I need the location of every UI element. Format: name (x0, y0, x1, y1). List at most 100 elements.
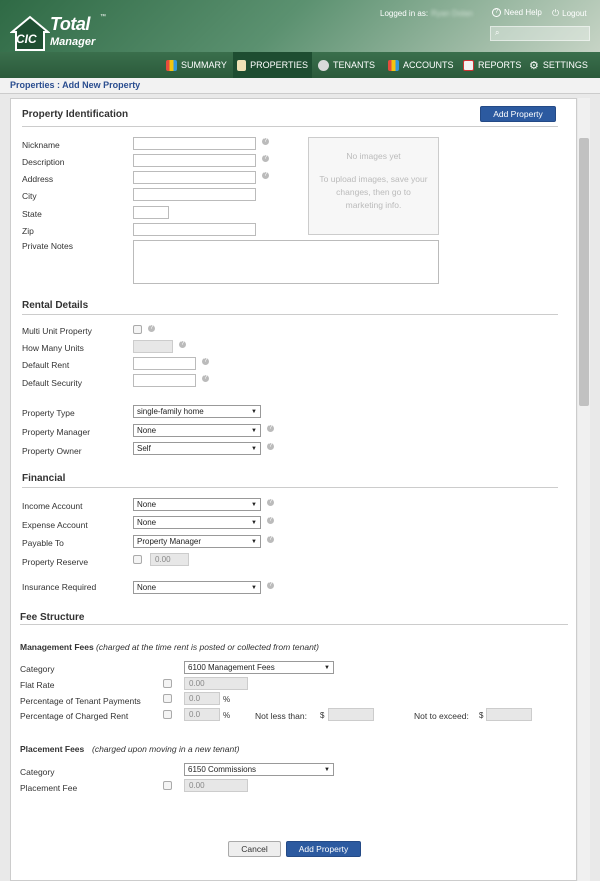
help-icon[interactable]: ? (267, 499, 274, 506)
help-icon[interactable]: ? (148, 325, 155, 332)
property-reserve-label: Property Reserve (22, 557, 89, 567)
place-category-select[interactable]: 6150 Commissions ▼ (184, 763, 334, 776)
help-icon[interactable]: ? (202, 375, 209, 382)
private-notes-textarea[interactable] (133, 240, 439, 284)
breadcrumb[interactable]: Properties : Add New Property (10, 80, 140, 90)
not-to-exceed-field[interactable] (486, 708, 532, 721)
pct-charged-field[interactable]: 0.0 (184, 708, 220, 721)
home-icon (237, 59, 247, 71)
scrollbar-thumb[interactable] (579, 138, 589, 406)
units-field[interactable] (133, 340, 173, 353)
add-property-button[interactable]: Add Property (286, 841, 361, 857)
management-fees-note: (charged at the time rent is posted or c… (96, 642, 320, 652)
state-label: State (22, 209, 42, 219)
help-icon[interactable]: ? (262, 138, 269, 145)
chevron-down-icon: ▼ (251, 584, 257, 591)
mgmt-category-select[interactable]: 6100 Management Fees ▼ (184, 661, 334, 674)
logo-tm: ™ (100, 14, 106, 20)
nickname-label: Nickname (22, 140, 60, 150)
tab-summary[interactable]: SUMMARY (162, 52, 231, 78)
placement-fee-checkbox[interactable] (163, 781, 172, 790)
tab-tenants[interactable]: TENANTS (314, 52, 379, 78)
placement-fee-field[interactable]: 0.00 (184, 779, 248, 792)
tab-summary-label: SUMMARY (181, 60, 227, 70)
chevron-down-icon: ▼ (324, 664, 330, 671)
logout-label: Logout (562, 9, 587, 18)
property-reserve-checkbox[interactable] (133, 555, 142, 564)
pct-charged-checkbox[interactable] (163, 710, 172, 719)
description-field[interactable] (133, 154, 256, 167)
not-less-than-field[interactable] (328, 708, 374, 721)
zip-field[interactable] (133, 223, 256, 236)
management-fees-title: Management Fees (20, 642, 94, 652)
payable-to-select[interactable]: Property Manager ▼ (133, 535, 261, 548)
income-account-label: Income Account (22, 501, 83, 511)
property-type-value: single-family home (137, 407, 204, 416)
property-reserve-field[interactable]: 0.00 (150, 553, 189, 566)
expense-account-select[interactable]: None ▼ (133, 516, 261, 529)
help-icon[interactable]: ? (202, 358, 209, 365)
help-icon[interactable]: ? (267, 582, 274, 589)
default-rent-field[interactable] (133, 357, 196, 370)
property-owner-select[interactable]: Self ▼ (133, 442, 261, 455)
help-icon[interactable]: ? (267, 425, 274, 432)
currency-sign: $ (479, 711, 484, 720)
user-name: Ryan Dolan (431, 9, 473, 18)
flat-rate-field[interactable]: 0.00 (184, 677, 248, 690)
chart-icon (166, 59, 177, 71)
tab-settings[interactable]: ⚙ SETTINGS (525, 52, 592, 78)
help-icon[interactable]: ? (267, 517, 274, 524)
add-property-button-top[interactable]: Add Property (480, 106, 556, 122)
tab-properties[interactable]: PROPERTIES (233, 52, 312, 78)
section-title-rental: Rental Details (22, 300, 89, 311)
address-field[interactable] (133, 171, 256, 184)
place-category-label: Category (20, 767, 55, 777)
search-input[interactable]: ⌕ (490, 26, 590, 41)
flat-rate-checkbox[interactable] (163, 679, 172, 688)
document-icon (463, 59, 474, 71)
insurance-required-select[interactable]: None ▼ (133, 581, 261, 594)
mgmt-category-value: 6100 Management Fees (188, 663, 275, 672)
income-account-select[interactable]: None ▼ (133, 498, 261, 511)
section-title-financial: Financial (22, 473, 66, 484)
tab-settings-label: SETTINGS (542, 60, 588, 70)
not-less-than-label: Not less than: (255, 711, 307, 721)
default-security-field[interactable] (133, 374, 196, 387)
address-label: Address (22, 174, 54, 184)
logo-badge: CIC (16, 32, 37, 46)
state-field[interactable] (133, 206, 169, 219)
app-logo[interactable]: CIC Total ™ Manager (10, 14, 106, 52)
multi-unit-checkbox[interactable] (133, 325, 142, 334)
help-icon[interactable]: ? (179, 341, 186, 348)
tab-reports[interactable]: REPORTS (459, 52, 525, 78)
divider (22, 126, 558, 127)
placement-fee-label: Placement Fee (20, 783, 78, 793)
pct-tenant-checkbox[interactable] (163, 694, 172, 703)
property-type-select[interactable]: single-family home ▼ (133, 405, 261, 418)
help-icon[interactable]: ? (262, 155, 269, 162)
city-field[interactable] (133, 188, 256, 201)
expense-account-label: Expense Account (22, 520, 88, 530)
cancel-button[interactable]: Cancel (228, 841, 281, 857)
property-owner-label: Property Owner (22, 446, 82, 456)
section-title-fees: Fee Structure (20, 612, 85, 623)
people-icon (318, 59, 329, 71)
tab-accounts[interactable]: ACCOUNTS (384, 52, 458, 78)
help-icon[interactable]: ? (267, 443, 274, 450)
logout-link[interactable]: ⏻ Logout (552, 8, 587, 19)
property-manager-select[interactable]: None ▼ (133, 424, 261, 437)
logged-in-label: Logged in as: (380, 9, 429, 18)
help-link[interactable]: ? Need Help (492, 8, 542, 17)
property-type-label: Property Type (22, 408, 75, 418)
help-icon[interactable]: ? (267, 536, 274, 543)
default-rent-label: Default Rent (22, 360, 70, 370)
city-label: City (22, 191, 37, 201)
upload-hint-text: To upload images, save your changes, the… (319, 174, 428, 210)
pct-tenant-field[interactable]: 0.0 (184, 692, 220, 705)
expense-account-value: None (137, 518, 157, 527)
tab-tenants-label: TENANTS (333, 60, 376, 70)
property-manager-value: None (137, 426, 157, 435)
help-icon[interactable]: ? (262, 172, 269, 179)
pct-tenant-label: Percentage of Tenant Payments (20, 696, 141, 706)
nickname-field[interactable] (133, 137, 256, 150)
